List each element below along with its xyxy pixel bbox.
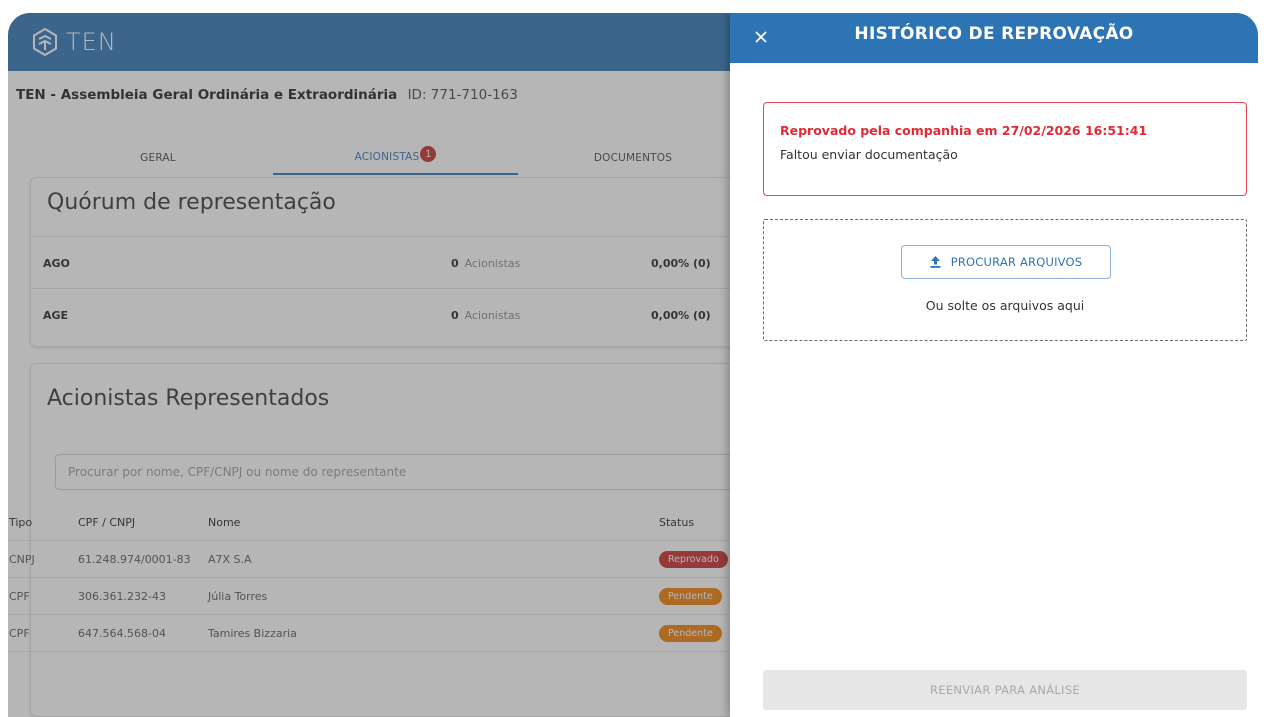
- browse-files-button[interactable]: PROCURAR ARQUIVOS: [901, 245, 1111, 279]
- close-icon: [755, 31, 767, 43]
- resubmit-button[interactable]: REENVIAR PARA ANÁLISE: [763, 670, 1247, 710]
- rejection-history-drawer: HISTÓRICO DE REPROVAÇÃO Reprovado pela c…: [730, 13, 1258, 717]
- file-dropzone[interactable]: PROCURAR ARQUIVOS Ou solte os arquivos a…: [763, 219, 1247, 341]
- drawer-header: HISTÓRICO DE REPROVAÇÃO: [730, 13, 1258, 63]
- rejection-title: Reprovado pela companhia em 27/02/2026 1…: [780, 123, 1148, 138]
- close-button[interactable]: [748, 24, 774, 50]
- rejection-message: Faltou enviar documentação: [780, 147, 958, 162]
- app-window: TEN TEN - Assembleia Geral Ordinária e E…: [8, 13, 1258, 717]
- rejection-entry: Reprovado pela companhia em 27/02/2026 1…: [763, 102, 1247, 196]
- drop-hint: Ou solte os arquivos aqui: [925, 298, 1085, 313]
- browse-files-label: PROCURAR ARQUIVOS: [950, 255, 1083, 269]
- drawer-title: HISTÓRICO DE REPROVAÇÃO: [854, 24, 1134, 44]
- upload-icon: [930, 256, 941, 268]
